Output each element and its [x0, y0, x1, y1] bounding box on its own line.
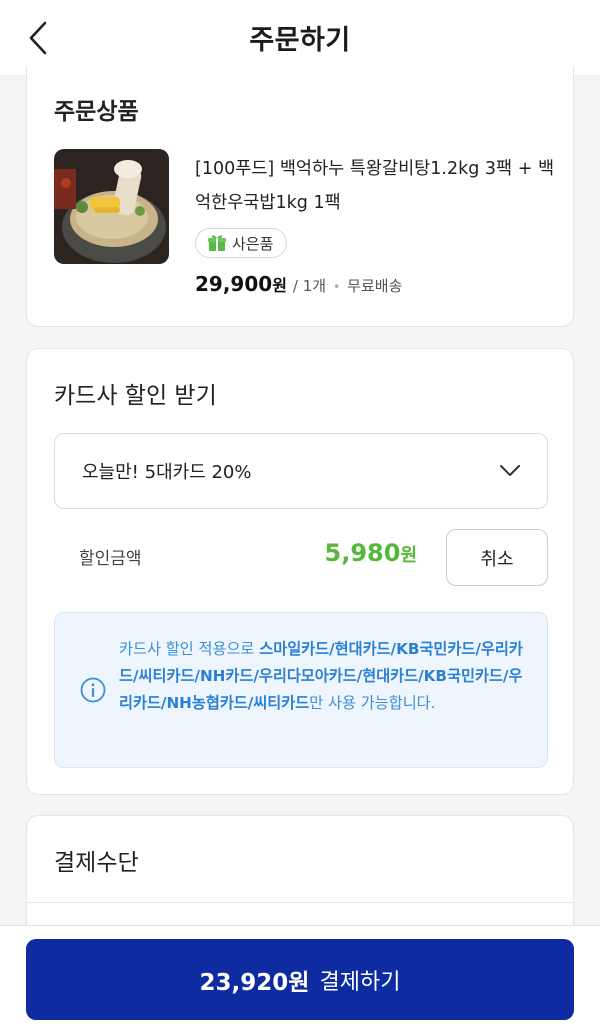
- price-unit: 원: [272, 276, 287, 295]
- discount-info-text: 카드사 할인 적용으로 스마일카드/현대카드/KB국민카드/우리카드/씨티카드/…: [119, 636, 527, 717]
- chevron-down-icon: [500, 465, 520, 476]
- gift-badge-label: 사은품: [232, 234, 274, 253]
- selected-discount-option: 오늘만! 5대카드 20%: [82, 462, 252, 483]
- product-quantity: / 1개: [292, 277, 327, 295]
- payment-section-title: 결제수단: [54, 850, 139, 876]
- discount-amount-unit: 원: [400, 545, 417, 566]
- price-row: 29,900 원 / 1개 • 무료배송: [195, 272, 402, 296]
- gift-icon: [208, 235, 226, 251]
- cancel-discount-button[interactable]: 취소: [446, 529, 548, 586]
- pay-button[interactable]: 23,920원 결제하기: [26, 939, 574, 1020]
- info-icon: [80, 677, 106, 703]
- shipping-info: 무료배송: [347, 277, 403, 295]
- pay-label: 결제하기: [319, 969, 401, 995]
- bottom-pay-bar: 23,920원 결제하기: [0, 925, 600, 1035]
- separator-dot: •: [333, 280, 341, 294]
- divider: [27, 902, 575, 903]
- card-discount-card: 카드사 할인 받기 오늘만! 5대카드 20% 할인금액 5,980원 취소 카…: [26, 348, 574, 795]
- info-prefix: 카드사 할인 적용으로: [119, 640, 260, 658]
- product-name[interactable]: [100푸드] 백억하누 특왕갈비탕1.2kg 3팩 + 백억한우국밥1kg 1…: [195, 152, 555, 220]
- discount-section-title: 카드사 할인 받기: [54, 383, 217, 409]
- product-price: 29,900: [195, 272, 273, 296]
- pay-amount: 23,920원: [199, 969, 310, 996]
- chevron-left-icon: [29, 21, 47, 55]
- order-section-title: 주문상품: [54, 99, 139, 125]
- discount-info-box: 카드사 할인 적용으로 스마일카드/현대카드/KB국민카드/우리카드/씨티카드/…: [54, 612, 548, 768]
- page-title: 주문하기: [249, 25, 351, 56]
- gift-badge: 사은품: [195, 228, 288, 258]
- discount-amount: 5,980원: [325, 539, 417, 567]
- info-suffix: 만 사용 가능합니다.: [309, 694, 436, 712]
- back-button[interactable]: [22, 20, 54, 56]
- top-header: 주문하기: [0, 0, 600, 76]
- order-product-card: 주문상품 [100푸드] 백억하누 특왕갈비탕1.2kg 3팩 + 백억한우국밥…: [26, 66, 574, 327]
- discount-amount-value: 5,980: [324, 539, 401, 567]
- card-discount-select[interactable]: 오늘만! 5대카드 20%: [54, 433, 548, 509]
- discount-amount-label: 할인금액: [79, 549, 142, 569]
- product-thumbnail[interactable]: [54, 149, 169, 264]
